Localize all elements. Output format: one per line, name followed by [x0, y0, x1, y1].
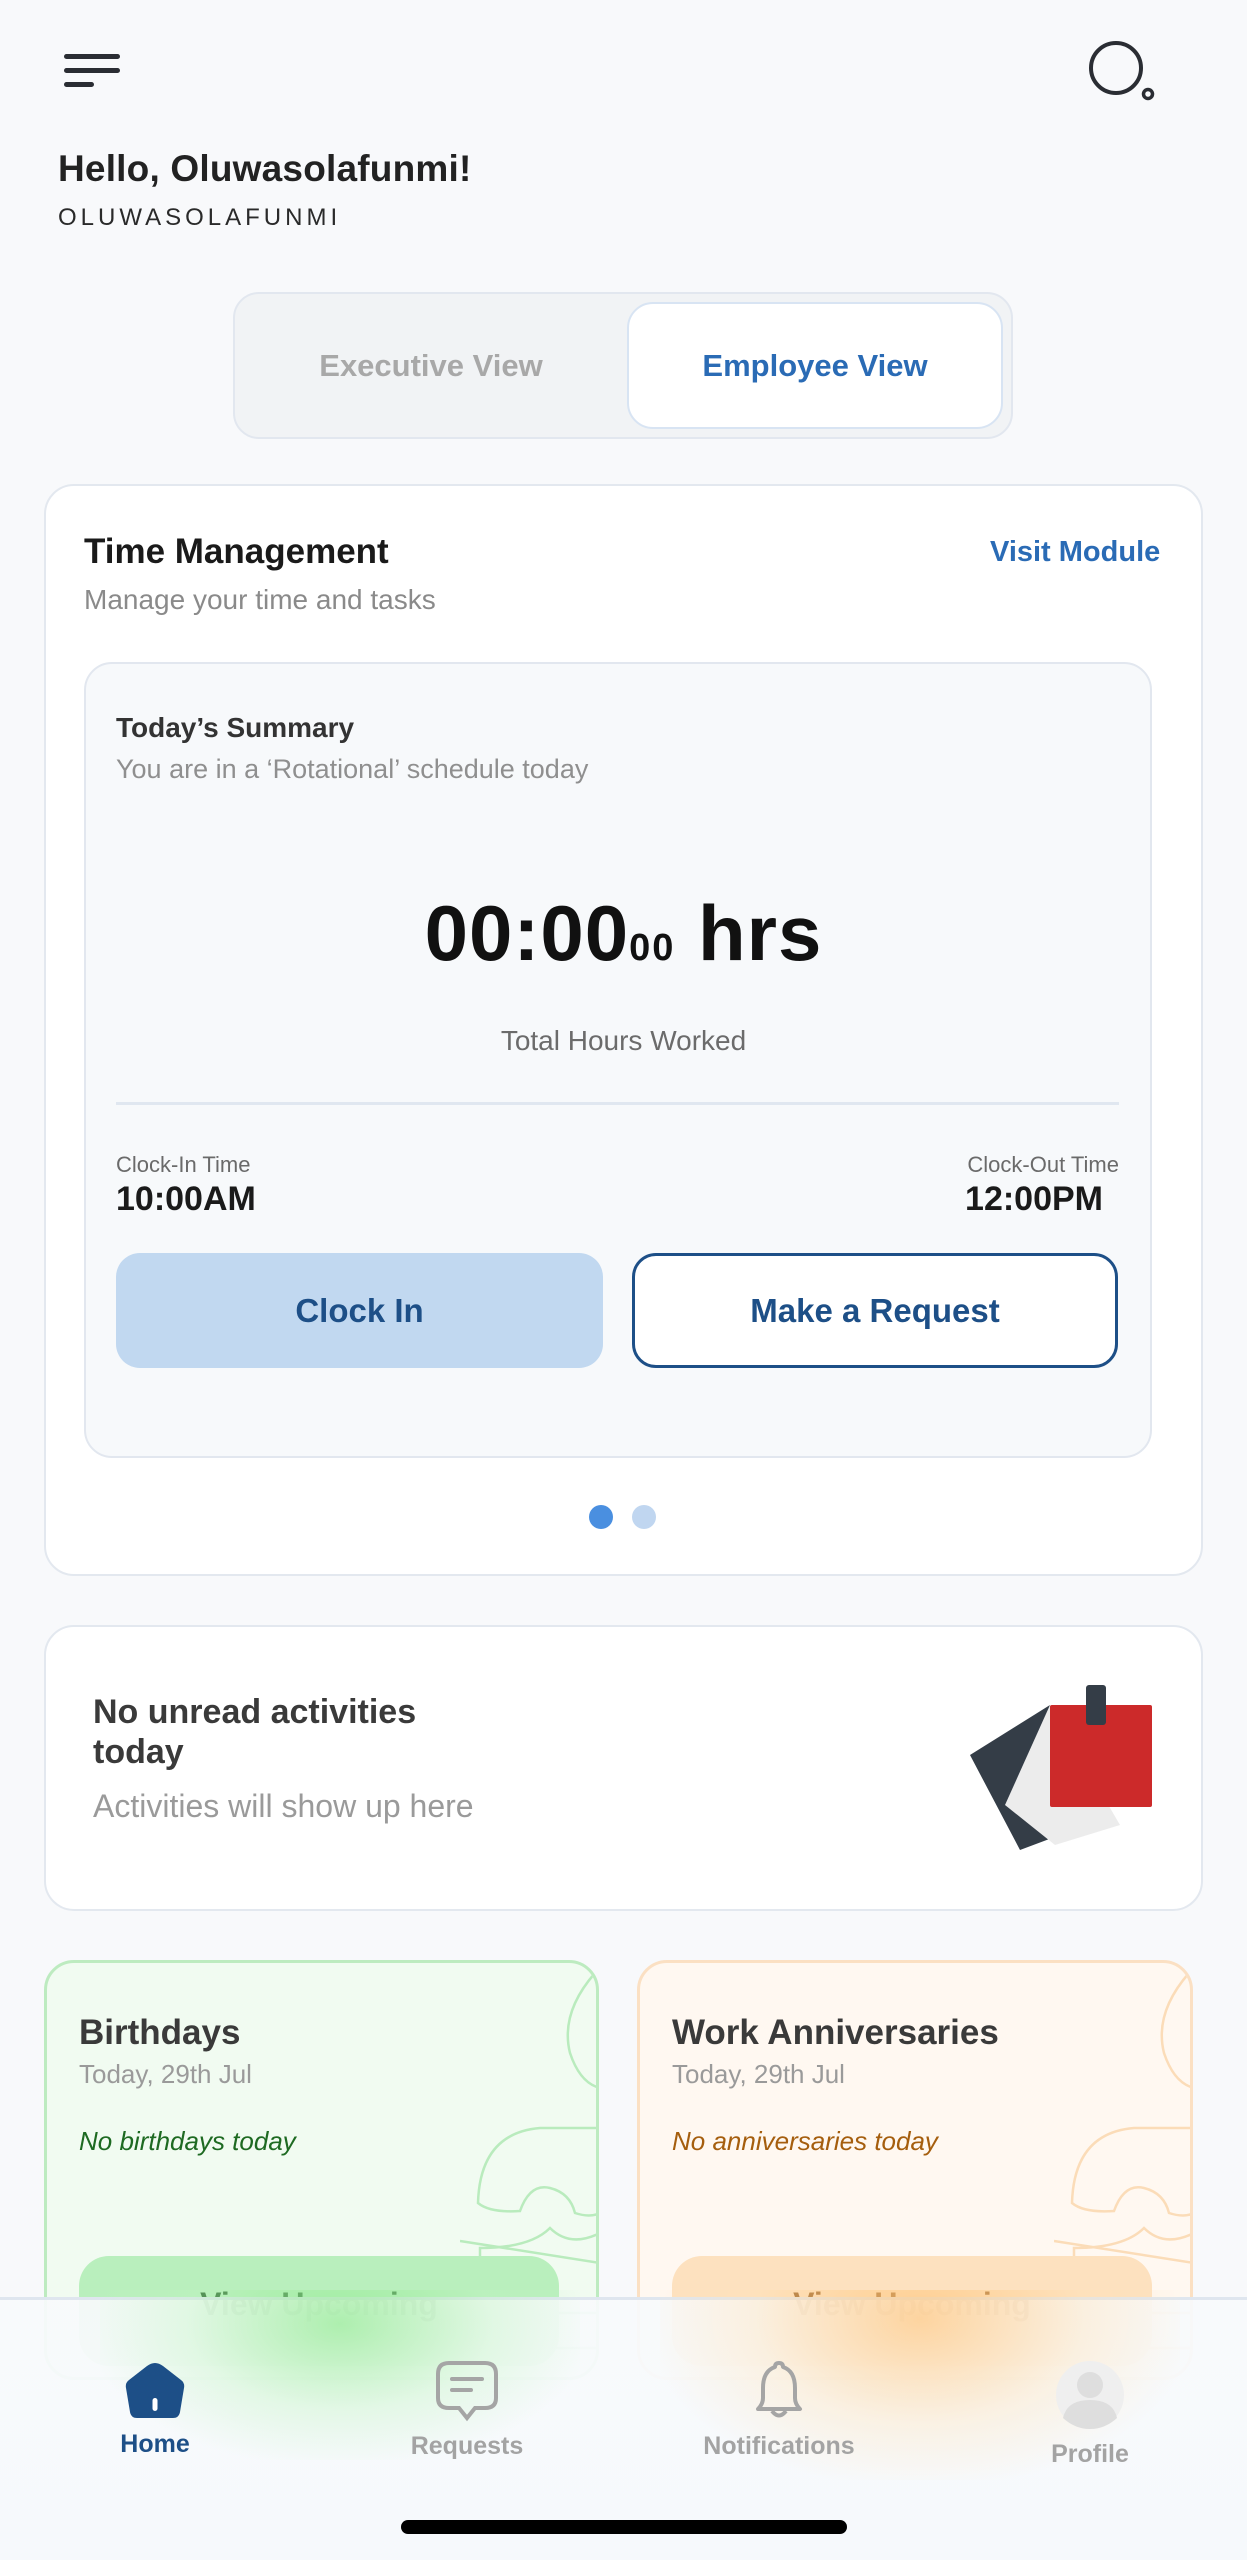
carousel-dot-active[interactable]: [589, 1505, 613, 1529]
anniversaries-empty-state: No anniversaries today: [672, 2126, 938, 2156]
nav-profile[interactable]: Profile: [990, 2360, 1190, 2480]
nav-requests-label: Requests: [410, 2432, 524, 2460]
bell-icon: [756, 2361, 802, 2418]
clock-in-value: 10:00AM: [116, 1180, 256, 1218]
search-icon: [1089, 41, 1155, 101]
view-switch: Executive View Employee View: [233, 292, 1013, 439]
summary-subtitle: You are in a ‘Rotational’ schedule today: [116, 754, 589, 784]
clock-in-button[interactable]: Clock In: [116, 1253, 603, 1368]
divider: [116, 1102, 1119, 1105]
time-management-subtitle: Manage your time and tasks: [84, 584, 436, 615]
hours-seconds: 00: [629, 927, 676, 969]
clock-out-value: 12:00PM: [965, 1180, 1103, 1218]
carousel-dot[interactable]: [632, 1505, 656, 1529]
nav-home-label: Home: [120, 2430, 190, 2458]
nav-home[interactable]: Home: [55, 2360, 255, 2480]
total-hours-value: 00:0000 hrs: [0, 888, 1247, 979]
visit-module-link[interactable]: Visit Module: [990, 536, 1160, 569]
sticky-notes-illustration: [960, 1685, 1160, 1855]
summary-title: Today’s Summary: [116, 712, 355, 743]
nav-notifications-label: Notifications: [703, 2432, 855, 2460]
time-management-title: Time Management: [84, 532, 389, 571]
menu-button[interactable]: [60, 48, 124, 92]
hamburger-menu-icon: [64, 54, 120, 59]
total-hours-label: Total Hours Worked: [500, 1025, 747, 1056]
activities-title: No unread activities today: [93, 1693, 417, 1771]
clock-out-label: Clock-Out Time: [967, 1152, 1119, 1177]
hours-main: 00:00: [424, 889, 630, 977]
executive-view-tab[interactable]: Executive View: [243, 302, 619, 429]
nav-notifications[interactable]: Notifications: [679, 2360, 879, 2480]
employee-view-tab[interactable]: Employee View: [627, 302, 1003, 429]
birthdays-empty-state: No birthdays today: [79, 2126, 296, 2156]
home-indicator: [401, 2520, 847, 2534]
activities-subtitle: Activities will show up here: [93, 1788, 474, 1824]
greeting: Hello, Oluwasolafunmi!: [58, 148, 472, 189]
anniversaries-date: Today, 29th Jul: [672, 2059, 845, 2089]
username: OLUWASOLAFUNMI: [58, 204, 342, 231]
nav-profile-label: Profile: [1051, 2440, 1129, 2468]
birthdays-title: Birthdays: [79, 2013, 241, 2052]
birthdays-date: Today, 29th Jul: [79, 2059, 252, 2089]
make-request-button[interactable]: Make a Request: [632, 1253, 1118, 1368]
nav-requests[interactable]: Requests: [367, 2360, 567, 2480]
hours-unit: hrs: [698, 889, 823, 977]
hamburger-line: [64, 82, 94, 87]
anniversaries-title: Work Anniversaries: [672, 2013, 999, 2052]
chat-bubble-icon: [436, 2361, 498, 2422]
hamburger-line: [64, 68, 120, 73]
search-button[interactable]: [1086, 36, 1158, 106]
home-icon: [125, 2363, 185, 2418]
avatar-icon: [1056, 2361, 1124, 2429]
clock-in-label: Clock-In Time: [116, 1152, 251, 1177]
